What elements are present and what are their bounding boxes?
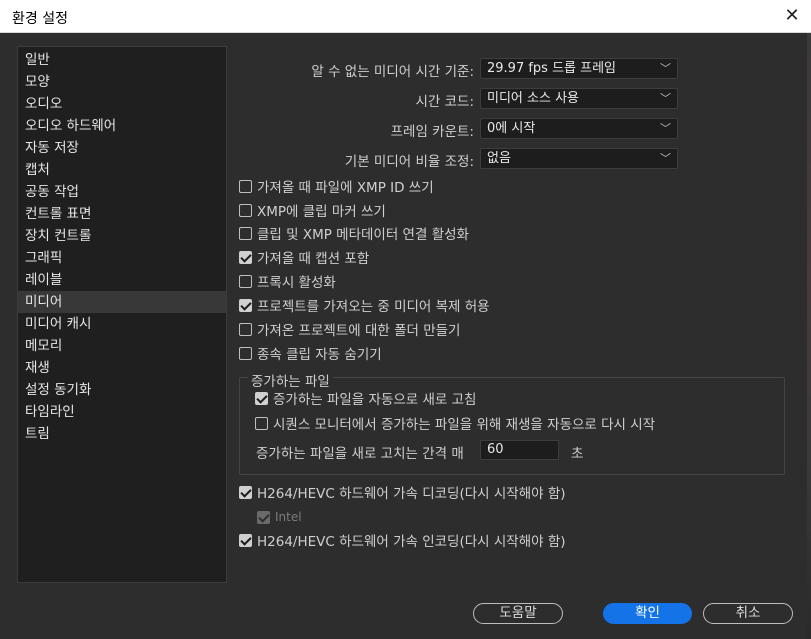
write-xmp-checkbox[interactable]: [239, 179, 252, 193]
metadata-link-label: 클립 및 XMP 메타데이터 연결 활성화: [257, 227, 469, 243]
hide-subclips-checkbox[interactable]: [239, 346, 252, 360]
chevron-down-icon: ﹀: [660, 62, 671, 75]
captions-label: 가져올 때 캡션 포함: [257, 251, 370, 267]
timebase-select[interactable]: 29.97 fps 드롭 프레임 ﹀: [480, 58, 678, 79]
sidebar-item-timeline[interactable]: 타임라인: [18, 401, 226, 423]
title-bar: 환경 설정 ✕: [0, 0, 811, 33]
hw-decode-option[interactable]: H264/HEVC 하드웨어 가속 디코딩(다시 시작해야 함): [239, 482, 566, 502]
sidebar-item-device-control[interactable]: 장치 컨트롤: [18, 225, 226, 247]
refresh-interval-label: 증가하는 파일을 새로 고치는 간격 매: [256, 446, 464, 462]
sidebar-item-capture[interactable]: 캡처: [18, 159, 226, 181]
captions-option[interactable]: 가져올 때 캡션 포함: [239, 247, 369, 267]
hw-decode-checkbox[interactable]: [239, 485, 252, 499]
cancel-button[interactable]: 취소: [703, 603, 793, 624]
sidebar-item-autosave[interactable]: 자동 저장: [18, 137, 226, 159]
sidebar-item-playback[interactable]: 재생: [18, 357, 226, 379]
sidebar-item-sync-settings[interactable]: 설정 동기화: [18, 379, 226, 401]
auto-restart-checkbox[interactable]: [255, 416, 268, 430]
frame-count-label: 프레임 카운트:: [390, 124, 474, 140]
frame-count-select[interactable]: 0에 시작 ﹀: [480, 118, 678, 139]
duplicate-media-option[interactable]: 프로젝트를 가져오는 중 미디어 복제 허용: [239, 295, 490, 315]
intel-label: Intel: [275, 510, 302, 524]
help-button[interactable]: 도움말: [473, 603, 563, 624]
growing-files-title: 증가하는 파일: [248, 370, 333, 390]
chevron-down-icon: ﹀: [660, 152, 671, 165]
create-bins-label: 가져온 프로젝트에 대한 폴더 만들기: [257, 323, 461, 339]
timebase-label: 알 수 없는 미디어 시간 기준:: [311, 64, 474, 80]
refresh-interval-unit: 초: [571, 446, 584, 462]
chevron-down-icon: ﹀: [660, 92, 671, 105]
sidebar-item-general[interactable]: 일반: [18, 49, 226, 71]
timebase-value: 29.97 fps 드롭 프레임: [487, 61, 617, 76]
sidebar-item-appearance[interactable]: 모양: [18, 71, 226, 93]
refresh-interval-input[interactable]: 60: [480, 440, 559, 460]
write-xmp-option[interactable]: 가져올 때 파일에 XMP ID 쓰기: [239, 176, 434, 196]
sidebar-item-audio-hardware[interactable]: 오디오 하드웨어: [18, 115, 226, 137]
sidebar-item-media-cache[interactable]: 미디어 캐시: [18, 313, 226, 335]
scaling-select[interactable]: 없음 ﹀: [480, 148, 678, 169]
hw-encode-label: H264/HEVC 하드웨어 가속 인코딩(다시 시작해야 함): [257, 534, 566, 550]
window-title: 환경 설정: [12, 11, 68, 27]
hw-decode-label: H264/HEVC 하드웨어 가속 디코딩(다시 시작해야 함): [257, 486, 566, 502]
proxy-option[interactable]: 프록시 활성화: [239, 271, 336, 291]
metadata-link-checkbox[interactable]: [239, 226, 252, 240]
chevron-down-icon: ﹀: [660, 122, 671, 135]
duplicate-media-label: 프로젝트를 가져오는 중 미디어 복제 허용: [257, 299, 490, 315]
scaling-label: 기본 미디어 비율 조정:: [344, 154, 474, 170]
frame-count-value: 0에 시작: [487, 121, 536, 136]
ok-button[interactable]: 확인: [603, 603, 692, 624]
close-icon[interactable]: ✕: [781, 5, 803, 27]
auto-refresh-option[interactable]: 증가하는 파일을 자동으로 새로 고침: [255, 388, 476, 408]
create-bins-checkbox[interactable]: [239, 322, 252, 336]
timecode-label: 시간 코드:: [415, 94, 474, 110]
sidebar-item-memory[interactable]: 메모리: [18, 335, 226, 357]
auto-refresh-label: 증가하는 파일을 자동으로 새로 고침: [273, 392, 477, 408]
create-bins-option[interactable]: 가져온 프로젝트에 대한 폴더 만들기: [239, 319, 460, 339]
sidebar-item-labels[interactable]: 레이블: [18, 269, 226, 291]
intel-option: Intel: [257, 507, 302, 527]
sidebar-item-trim[interactable]: 트림: [18, 423, 226, 445]
hide-subclips-label: 종속 클립 자동 숨기기: [257, 347, 382, 363]
timecode-value: 미디어 소스 사용: [487, 91, 579, 106]
sidebar-item-control-surface[interactable]: 컨트롤 표면: [18, 203, 226, 225]
background-edge: [807, 33, 811, 639]
clip-markers-option[interactable]: XMP에 클립 마커 쓰기: [239, 200, 386, 220]
proxy-label: 프록시 활성화: [257, 275, 336, 291]
auto-restart-label: 시퀀스 모니터에서 증가하는 파일을 위해 재생을 자동으로 다시 시작: [273, 417, 656, 433]
hide-subclips-option[interactable]: 종속 클립 자동 숨기기: [239, 343, 382, 363]
metadata-link-option[interactable]: 클립 및 XMP 메타데이터 연결 활성화: [239, 223, 469, 243]
proxy-checkbox[interactable]: [239, 274, 252, 288]
sidebar-item-media[interactable]: 미디어: [18, 291, 226, 313]
auto-refresh-checkbox[interactable]: [255, 391, 268, 405]
duplicate-media-checkbox[interactable]: [239, 298, 252, 312]
hw-encode-option[interactable]: H264/HEVC 하드웨어 가속 인코딩(다시 시작해야 함): [239, 530, 566, 550]
sidebar-item-audio[interactable]: 오디오: [18, 93, 226, 115]
intel-checkbox: [257, 510, 270, 524]
write-xmp-label: 가져올 때 파일에 XMP ID 쓰기: [257, 180, 434, 196]
clip-markers-checkbox[interactable]: [239, 203, 252, 217]
scaling-value: 없음: [487, 151, 511, 166]
captions-checkbox[interactable]: [239, 250, 252, 264]
category-list: 일반 모양 오디오 오디오 하드웨어 자동 저장 캡처 공동 작업 컨트롤 표면…: [17, 46, 227, 583]
hw-encode-checkbox[interactable]: [239, 533, 252, 547]
sidebar-item-collaboration[interactable]: 공동 작업: [18, 181, 226, 203]
timecode-select[interactable]: 미디어 소스 사용 ﹀: [480, 88, 678, 109]
auto-restart-option[interactable]: 시퀀스 모니터에서 증가하는 파일을 위해 재생을 자동으로 다시 시작: [255, 413, 655, 433]
sidebar-item-graphics[interactable]: 그래픽: [18, 247, 226, 269]
clip-markers-label: XMP에 클립 마커 쓰기: [257, 204, 386, 220]
